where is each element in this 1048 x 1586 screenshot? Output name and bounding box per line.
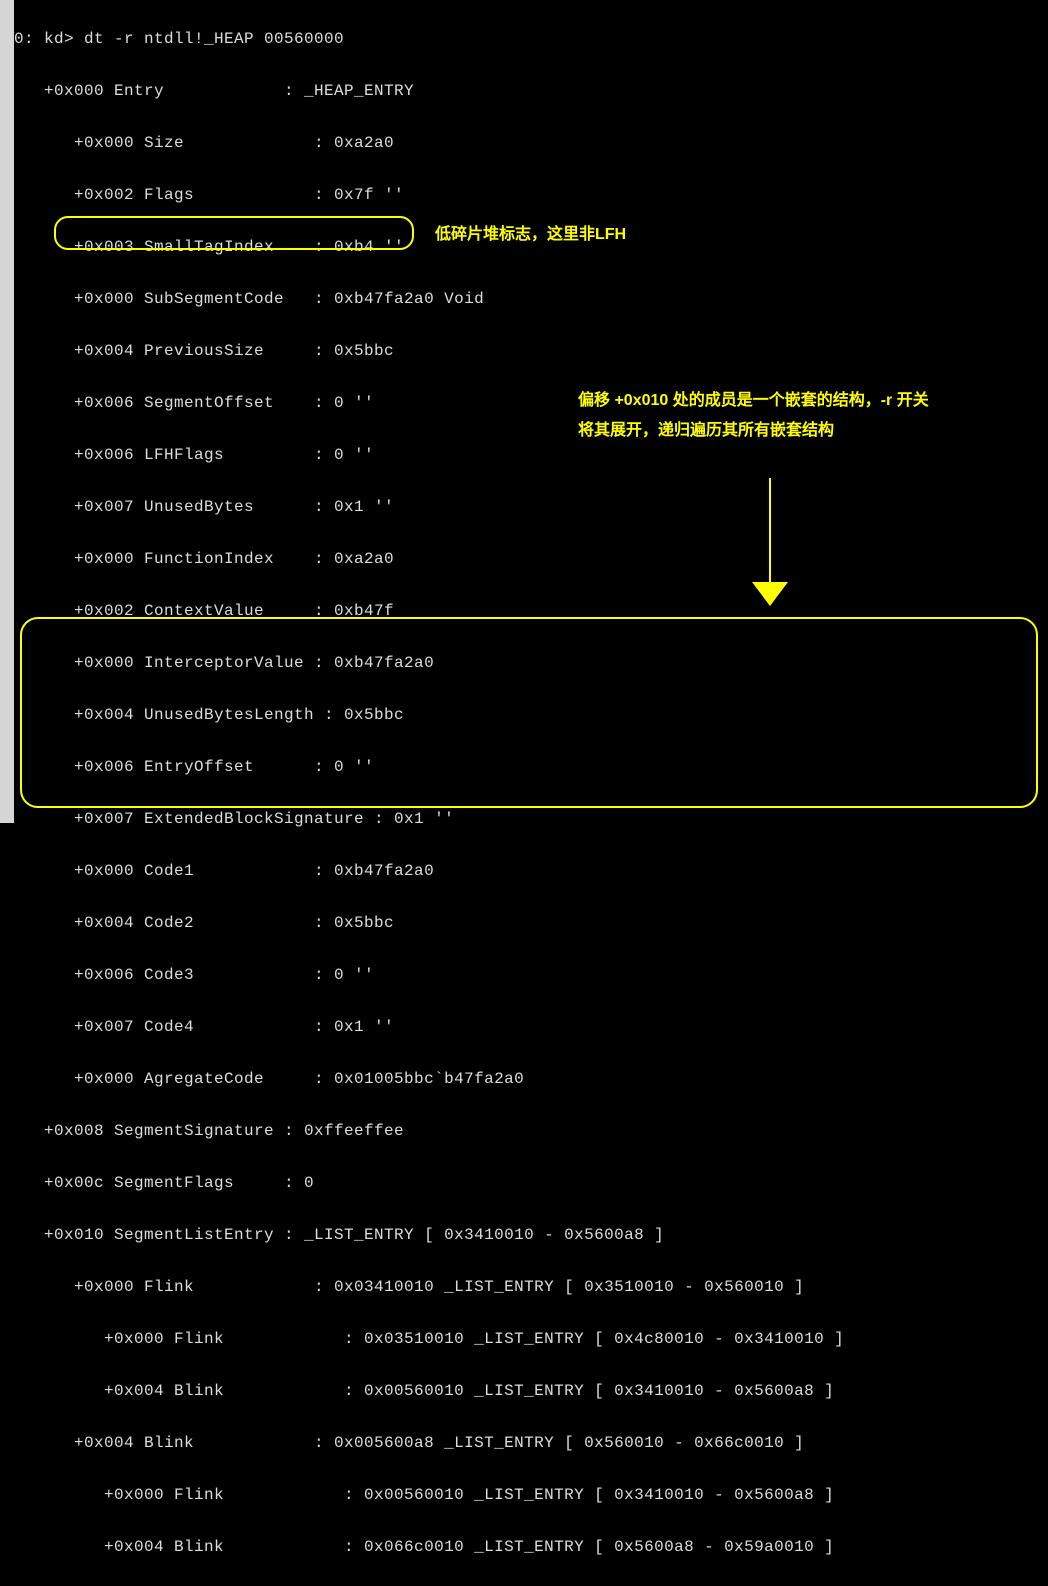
output-line: +0x000 Code1 : 0xb47fa2a0 — [14, 858, 1048, 884]
output-line: +0x006 EntryOffset : 0 '' — [14, 754, 1048, 780]
output-line: +0x004 PreviousSize : 0x5bbc — [14, 338, 1048, 364]
output-line: +0x000 FunctionIndex : 0xa2a0 — [14, 546, 1048, 572]
output-line: +0x002 ContextValue : 0xb47f — [14, 598, 1048, 624]
output-line: +0x000 Entry : _HEAP_ENTRY — [14, 78, 1048, 104]
output-line: +0x00c SegmentFlags : 0 — [14, 1170, 1048, 1196]
output-line: +0x000 Flink : 0x00560010 _LIST_ENTRY [ … — [14, 1482, 1048, 1508]
output-line: +0x007 Code4 : 0x1 '' — [14, 1014, 1048, 1040]
output-line: +0x008 SegmentSignature : 0xffeeffee — [14, 1118, 1048, 1144]
prompt-line: 0: kd> dt -r ntdll!_HEAP 00560000 — [14, 26, 1048, 52]
output-line: +0x006 Code3 : 0 '' — [14, 962, 1048, 988]
output-line: +0x004 Blink : 0x005600a8 _LIST_ENTRY [ … — [14, 1430, 1048, 1456]
output-line: +0x007 ExtendedBlockSignature : 0x1 '' — [14, 806, 1048, 832]
output-line: +0x000 Flink : 0x03410010 _LIST_ENTRY [ … — [14, 1274, 1048, 1300]
left-gutter — [0, 0, 14, 823]
output-line: +0x010 SegmentListEntry : _LIST_ENTRY [ … — [14, 1222, 1048, 1248]
output-line: +0x000 Size : 0xa2a0 — [14, 130, 1048, 156]
annotation-nested: 偏移 +0x010 处的成员是一个嵌套的结构，-r 开关将其展开，递归遍历其所有… — [578, 386, 938, 446]
output-line: +0x004 Blink : 0x066c0010 _LIST_ENTRY [ … — [14, 1534, 1048, 1560]
output-line: +0x004 Blink : 0x00560010 _LIST_ENTRY [ … — [14, 1378, 1048, 1404]
output-line: +0x004 UnusedBytesLength : 0x5bbc — [14, 702, 1048, 728]
output-line: +0x000 Flink : 0x03510010 _LIST_ENTRY [ … — [14, 1326, 1048, 1352]
output-line: +0x004 Code2 : 0x5bbc — [14, 910, 1048, 936]
output-line: +0x000 SubSegmentCode : 0xb47fa2a0 Void — [14, 286, 1048, 312]
output-line: +0x002 Flags : 0x7f '' — [14, 182, 1048, 208]
output-line: +0x000 InterceptorValue : 0xb47fa2a0 — [14, 650, 1048, 676]
annotation-lfh: 低碎片堆标志，这里非LFH — [435, 220, 626, 244]
output-line: +0x007 UnusedBytes : 0x1 '' — [14, 494, 1048, 520]
output-line: +0x000 AgregateCode : 0x01005bbc`b47fa2a… — [14, 1066, 1048, 1092]
